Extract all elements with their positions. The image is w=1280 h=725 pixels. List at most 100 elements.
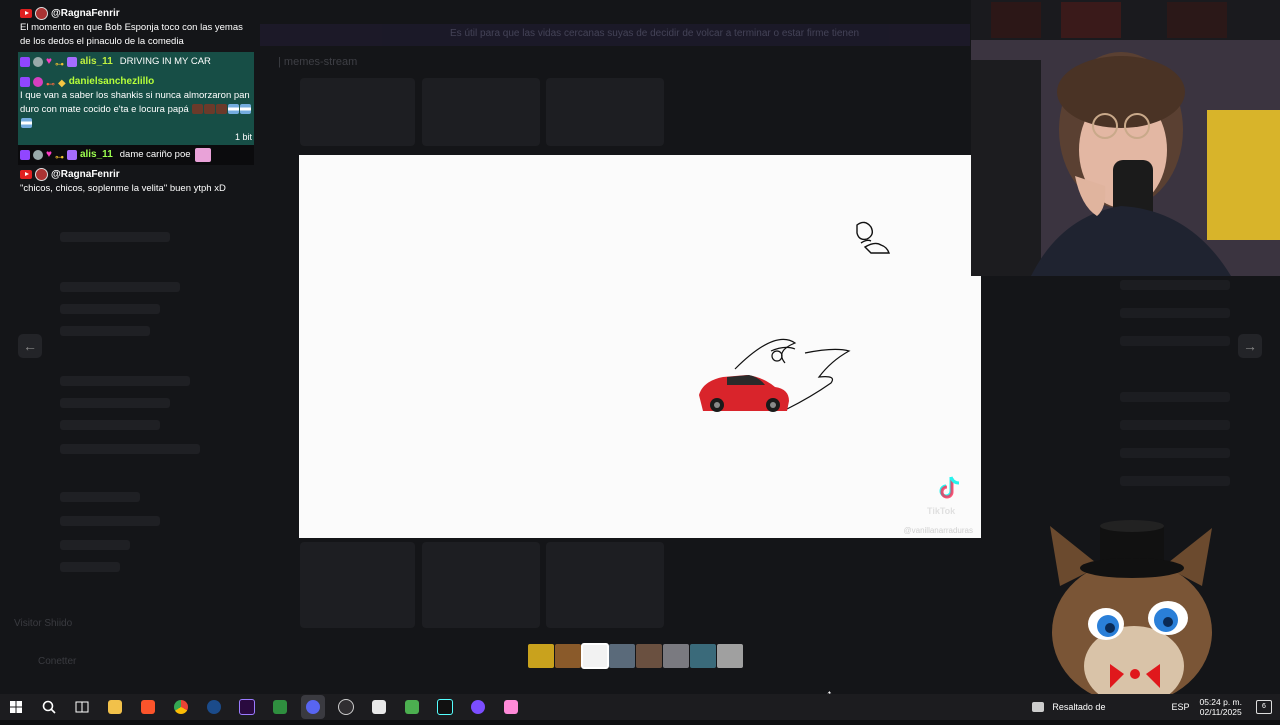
- thumbnail[interactable]: [555, 644, 581, 668]
- thumbnail[interactable]: [528, 644, 554, 668]
- app-icon-3[interactable]: [400, 695, 424, 719]
- background-member-row: [1120, 476, 1230, 486]
- background-user-name: Visitor Shiido: [14, 618, 73, 629]
- chat-message: @RagnaFenrir El momento en que Bob Espon…: [18, 4, 254, 52]
- twitch-icon: [20, 149, 30, 160]
- background-video-thumb: [546, 78, 664, 146]
- cat-mascot-image: [1050, 520, 1212, 706]
- background-member-row: [1120, 420, 1230, 430]
- chat-username: alis_11: [79, 148, 113, 160]
- windows-start-icon[interactable]: [4, 695, 28, 719]
- app-icon[interactable]: [268, 695, 292, 719]
- chat-message-text: I que van a saber los shankis si nunca a…: [20, 89, 252, 131]
- cat-mascot-overlay: [1040, 516, 1222, 720]
- badge-icon: [33, 56, 43, 67]
- emote-icon: [194, 147, 211, 162]
- stream-chat-overlay: @RagnaFenrir El momento en que Bob Espon…: [18, 4, 254, 199]
- background-video-thumb: [300, 78, 415, 146]
- thumbnail-active[interactable]: [581, 643, 609, 669]
- app-icon-5[interactable]: [499, 695, 523, 719]
- doodle-figure: [856, 221, 890, 254]
- background-video-thumb: [300, 542, 415, 628]
- brave-icon[interactable]: [136, 695, 160, 719]
- background-user-name-2: Conetter: [38, 656, 77, 667]
- capcut-icon[interactable]: [433, 695, 457, 719]
- previous-image-button[interactable]: ←: [18, 334, 42, 358]
- next-image-button[interactable]: →: [1238, 334, 1262, 358]
- chat-message-text: "chicos, chicos, soplenme la velita" bue…: [20, 183, 226, 194]
- background-sidebar-row: [60, 492, 140, 502]
- key-badge-icon: ⊶: [54, 58, 64, 69]
- chat-message: ♥ ⊶ alis_11 DRIVING IN MY CAR: [18, 52, 254, 72]
- youtube-icon: [20, 170, 32, 179]
- background-video-thumb: [422, 542, 540, 628]
- background-member-row: [1120, 308, 1230, 318]
- background-sidebar-row: [60, 232, 170, 242]
- thumbnail[interactable]: [636, 644, 662, 668]
- clock-date: 02/11/2025: [1199, 707, 1242, 717]
- thumbnail[interactable]: [690, 644, 716, 668]
- thumbnail[interactable]: [663, 644, 689, 668]
- file-explorer-icon[interactable]: [103, 695, 127, 719]
- discord-icon[interactable]: [301, 695, 325, 719]
- thumbnail[interactable]: [609, 644, 635, 668]
- grid-badge-icon: [66, 149, 77, 160]
- background-sidebar-row: [60, 282, 180, 292]
- image-viewer[interactable]: TikTok @vanillanarraduras: [299, 155, 981, 538]
- chat-message: ♥ ⊶ alis_11 dame cariño poe: [18, 145, 254, 165]
- clock-time: 05:24 p. m.: [1199, 697, 1242, 707]
- windows-taskbar: Resaltado de ESP 05:24 p. m. 02/11/2025 …: [0, 694, 1280, 720]
- background-sidebar-row: [60, 444, 200, 454]
- search-icon[interactable]: [37, 695, 61, 719]
- clock[interactable]: 05:24 p. m. 02/11/2025: [1199, 697, 1242, 717]
- background-member-row: [1120, 280, 1230, 290]
- youtube-icon: [20, 9, 32, 18]
- background-sidebar-row: [60, 562, 120, 572]
- webcam-overlay: [971, 0, 1280, 276]
- badge-icon: [33, 76, 43, 87]
- chat-username: @RagnaFenrir: [51, 168, 120, 180]
- thumbnail[interactable]: [717, 644, 743, 668]
- app-icon-2[interactable]: [367, 695, 391, 719]
- emote-icon: [216, 104, 228, 115]
- heart-badge-icon: ♥: [46, 55, 52, 67]
- system-tray: Resaltado de ESP 05:24 p. m. 02/11/2025 …: [1032, 694, 1280, 720]
- tiktok-icon: [939, 476, 960, 499]
- notification-icon[interactable]: 6: [1256, 700, 1272, 714]
- app-icon-4[interactable]: [466, 695, 490, 719]
- tiktok-watermark: @vanillanarraduras: [903, 526, 974, 535]
- tray-label[interactable]: Resaltado de: [1052, 702, 1105, 712]
- argentina-flag-icon: [21, 118, 32, 129]
- argentina-flag-icon: [228, 104, 240, 115]
- chrome-icon[interactable]: [169, 695, 193, 719]
- language-indicator[interactable]: ESP: [1171, 702, 1189, 712]
- obs-icon[interactable]: [334, 695, 358, 719]
- chat-message-text: dame cariño poe: [119, 148, 191, 160]
- badge-icon: [33, 149, 43, 160]
- premiere-icon[interactable]: [235, 695, 259, 719]
- background-sidebar-row: [60, 326, 150, 336]
- key-badge-icon: ⊶: [54, 151, 64, 162]
- chat-message-text: DRIVING IN MY CAR: [119, 55, 211, 67]
- background-member-row: [1120, 392, 1230, 402]
- chat-message: @RagnaFenrir "chicos, chicos, soplenme l…: [18, 165, 254, 199]
- tiktok-label: TikTok: [927, 506, 956, 516]
- webcam-image: [971, 0, 1280, 276]
- background-member-row: [1120, 448, 1230, 458]
- twitch-icon: [20, 56, 30, 67]
- background-channel-title: | memes-stream: [278, 56, 358, 68]
- emote-icon: [204, 104, 216, 115]
- heart-badge-icon: ♥: [46, 148, 52, 160]
- background-video-thumb: [422, 78, 540, 146]
- background-sidebar-row: [60, 516, 160, 526]
- task-view-icon[interactable]: [70, 695, 94, 719]
- grid-badge-icon: [66, 56, 77, 67]
- tray-app-icon[interactable]: [1032, 702, 1045, 712]
- background-sidebar-row: [60, 398, 170, 408]
- background-sidebar-row: [60, 304, 160, 314]
- background-banner-text: Es útil para que las vidas cercanas suya…: [450, 28, 860, 39]
- chat-message: ⊷ ◆ danielsanchezlillo I que van a saber…: [18, 72, 254, 145]
- background-banner: Es útil para que las vidas cercanas suya…: [260, 24, 970, 46]
- steam-icon[interactable]: [202, 695, 226, 719]
- chat-message-body: I que van a saber los shankis si nunca a…: [20, 90, 250, 115]
